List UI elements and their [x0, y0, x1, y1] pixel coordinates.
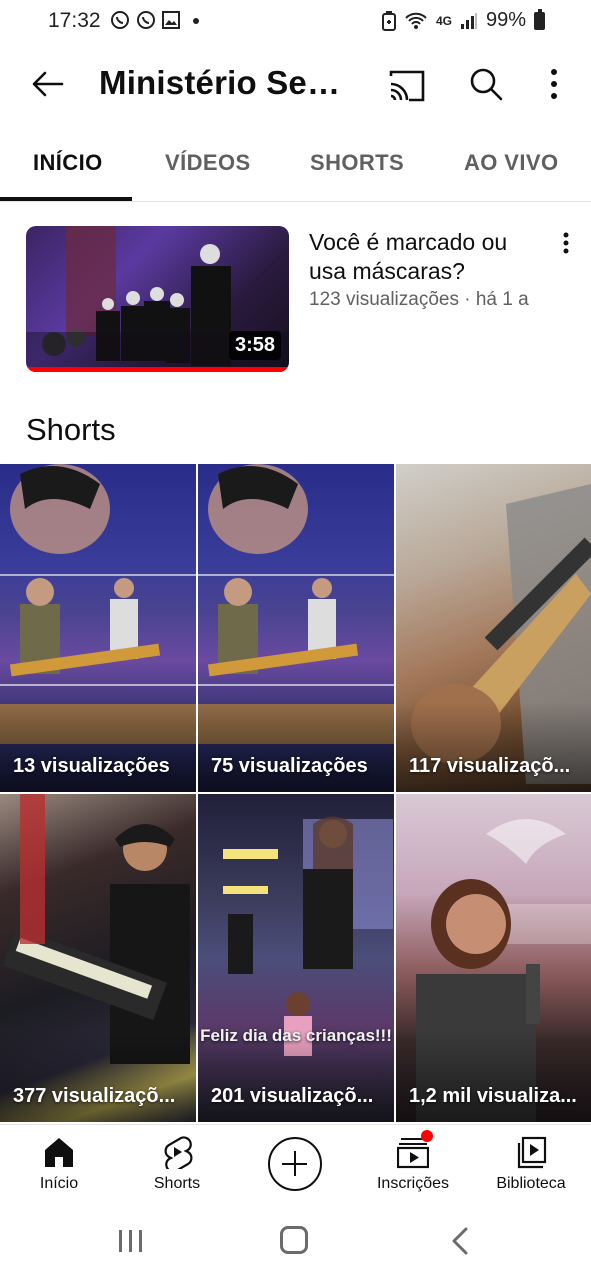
video-duration: 3:58	[228, 331, 281, 360]
whatsapp-icon	[137, 11, 155, 29]
tab-inicio[interactable]: INÍCIO	[33, 150, 103, 176]
nav-item-inscricoes[interactable]: Inscrições	[354, 1125, 472, 1211]
whatsapp-icon	[111, 11, 129, 29]
library-icon	[517, 1136, 547, 1169]
channel-tabs: INÍCIO VÍDEOS SHORTS AO VIVO	[0, 126, 591, 202]
back-icon[interactable]	[448, 1226, 472, 1256]
video-meta: 123 visualizações · há 1 a	[309, 289, 529, 310]
cast-icon[interactable]	[385, 64, 429, 108]
short-views: 117 visualizaçõ...	[409, 755, 571, 777]
short-item[interactable]: 1,2 mil visualiza...	[396, 794, 591, 1122]
recents-icon[interactable]	[117, 1228, 145, 1254]
tab-ao-vivo[interactable]: AO VIVO	[464, 150, 559, 176]
home-button-icon[interactable]	[280, 1226, 308, 1254]
nav-label: Shorts	[153, 1175, 201, 1192]
video-thumbnail[interactable]: 3:58	[26, 226, 289, 372]
create-icon	[268, 1137, 322, 1191]
battery-icon	[534, 8, 545, 30]
short-item[interactable]: 377 visualizaçõ...	[0, 794, 196, 1122]
short-item[interactable]: 117 visualizaçõ...	[396, 464, 591, 792]
nav-item-create[interactable]	[236, 1125, 354, 1211]
short-item[interactable]: 75 visualizações	[198, 464, 394, 792]
short-views: 13 visualizações	[13, 755, 170, 777]
short-caption: Feliz dia das crianças!!!	[200, 1026, 392, 1045]
system-nav-bar	[0, 1210, 591, 1280]
notification-dot	[421, 1130, 433, 1142]
network-type: 4G	[435, 13, 452, 28]
short-overlay	[396, 1032, 591, 1122]
video-title[interactable]: Você é marcado ou usa máscaras?	[309, 228, 541, 286]
short-overlay	[0, 1032, 196, 1122]
home-icon	[45, 1138, 73, 1167]
battery-percent: 99%	[485, 9, 526, 31]
tab-videos[interactable]: VÍDEOS	[165, 150, 251, 176]
short-overlay	[198, 702, 394, 792]
signal-icon	[460, 12, 477, 29]
active-tab-indicator	[0, 197, 132, 201]
status-bar: 17:32 4G 99%	[0, 0, 591, 40]
status-system-icons: 4G 99%	[381, 8, 545, 32]
status-time: 17:32	[48, 9, 101, 32]
video-more-icon[interactable]	[556, 228, 576, 258]
featured-video[interactable]: 3:58 Você é marcado ou usa máscaras? 123…	[26, 226, 571, 372]
nav-item-inicio[interactable]: Início	[0, 1125, 118, 1211]
tab-shorts[interactable]: SHORTS	[310, 150, 404, 176]
more-vert-icon[interactable]	[538, 62, 570, 106]
short-views: 1,2 mil visualiza...	[409, 1085, 577, 1107]
short-overlay	[396, 702, 591, 792]
short-item[interactable]: 13 visualizações	[0, 464, 196, 792]
nav-item-shorts[interactable]: Shorts	[118, 1125, 236, 1211]
short-item[interactable]: Feliz dia das crianças!!! 201 visualizaç…	[198, 794, 394, 1122]
nav-label: Inscrições	[376, 1175, 450, 1192]
watch-progress-bar	[26, 367, 289, 372]
app-bar: Ministério Sete…	[0, 42, 591, 126]
nav-item-biblioteca[interactable]: Biblioteca	[472, 1125, 590, 1211]
channel-title: Ministério Sete…	[99, 64, 349, 101]
shorts-icon	[164, 1136, 193, 1169]
bottom-nav: Início Shorts Inscrições Biblioteca	[0, 1124, 591, 1210]
wifi-icon	[405, 12, 427, 29]
status-notifications	[110, 10, 206, 30]
short-views: 377 visualizaçõ...	[13, 1085, 176, 1107]
gallery-icon	[162, 11, 180, 29]
search-icon[interactable]	[464, 62, 508, 106]
nav-label: Biblioteca	[496, 1175, 566, 1192]
short-views: 75 visualizações	[211, 755, 368, 777]
dot-icon	[193, 18, 199, 24]
shorts-heading: Shorts	[26, 412, 116, 447]
battery-saver-icon	[381, 10, 396, 31]
nav-label: Início	[39, 1175, 79, 1192]
back-arrow-icon[interactable]	[26, 62, 70, 106]
shorts-grid: 13 visualizações 75 visualizações 117 vi…	[0, 464, 591, 1122]
short-overlay	[0, 702, 196, 792]
short-views: 201 visualizaçõ...	[211, 1085, 374, 1107]
